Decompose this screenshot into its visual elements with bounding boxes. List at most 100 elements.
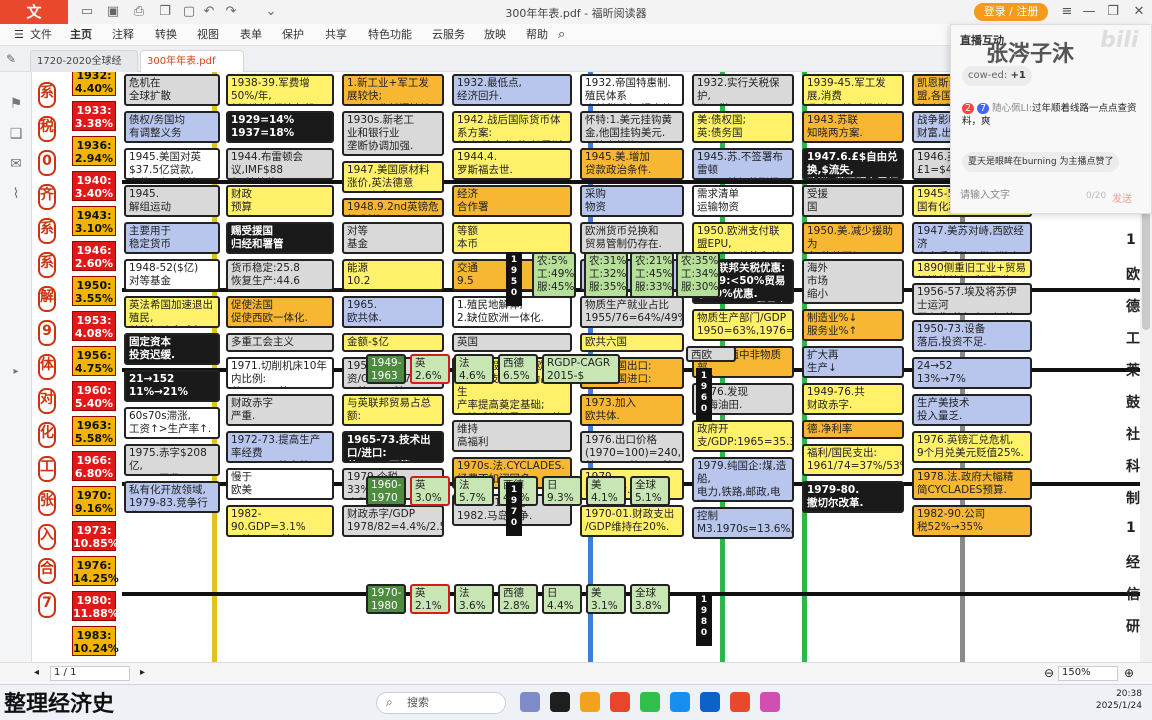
menu-convert[interactable]: 转换 bbox=[155, 24, 177, 46]
menu-form[interactable]: 表单 bbox=[240, 24, 262, 46]
taskbar: 搜索 ⌕ bbox=[0, 684, 1152, 720]
minimize-icon[interactable]: — bbox=[1078, 2, 1100, 22]
timeline-event-box: 对等 基金 bbox=[342, 222, 444, 254]
right-edge-glyph: 制 bbox=[1126, 491, 1140, 507]
pdf-taskbar-icon[interactable] bbox=[730, 692, 750, 712]
year-growth-badge: 1940: 3.40% bbox=[72, 171, 116, 201]
timeline-event-box: 1949-76.共 财政赤字. bbox=[802, 383, 904, 415]
year-growth-badge: 1960: 5.40% bbox=[72, 381, 116, 411]
timeline-event-box: 1932.帝国特惠制.殖民体系 内关税减免,提高外部关税. bbox=[580, 74, 684, 106]
open-icon[interactable]: ▢ bbox=[180, 3, 198, 21]
timeline-event-box: 1982-90.GDP=3.1% 西德2.5%,法2.4%. bbox=[226, 505, 334, 537]
bookmark-icon[interactable]: ⚑ bbox=[6, 94, 26, 114]
app-taskbar-icon[interactable] bbox=[550, 692, 570, 712]
right-edge-glyph: 鼓 bbox=[1126, 395, 1140, 411]
timeline-event-box: 1972-73.提高生产率经费 £3780万,航空航天占2300万. bbox=[226, 431, 334, 463]
folder-icon[interactable]: ▭ bbox=[78, 3, 96, 21]
app-logo[interactable]: 文 bbox=[0, 0, 68, 24]
wechat-taskbar-icon[interactable] bbox=[640, 692, 660, 712]
chat-message: 夏天是眼眸在burning 为主播点赞了 bbox=[962, 152, 1120, 172]
streamer-name: 张涔子沐 bbox=[986, 42, 1075, 67]
tab-document-1[interactable]: 1720-2020全球经济主... bbox=[30, 50, 138, 89]
timeline-event-box: 1929=14% 1937=18% bbox=[226, 111, 334, 143]
side-label: 系 bbox=[38, 252, 56, 278]
growth-rate-box: 英 3.0% bbox=[410, 476, 450, 506]
menu-cloud[interactable]: 云服务 bbox=[432, 24, 465, 46]
timeline-event-box: 私有化开放领域, 1979-83.竞争行业. bbox=[124, 481, 220, 513]
attachment-icon[interactable]: ⌇ bbox=[6, 184, 26, 204]
pencil-icon[interactable]: ✎ bbox=[6, 52, 16, 66]
timeline-event-box: 1944.4. 罗斯福去世. bbox=[452, 148, 572, 180]
pages-icon[interactable]: ❏ bbox=[6, 124, 26, 144]
sector-share-box: 农:21% 工:45% 服:33% bbox=[630, 252, 674, 298]
right-edge-glyph: 研 bbox=[1126, 619, 1140, 635]
search-icon[interactable]: ⌕ bbox=[558, 24, 565, 46]
folder-taskbar-icon[interactable] bbox=[580, 692, 600, 712]
collapse-arrow-icon[interactable]: ▸ bbox=[6, 362, 26, 382]
left-sidebar: ⚑ ❏ ✉ ⌇ ▸ bbox=[0, 72, 32, 662]
comment-icon[interactable]: ✉ bbox=[6, 154, 26, 174]
copy-icon[interactable]: ❐ bbox=[156, 3, 174, 21]
timeline-event-box: 促使法国 促使西欧一体化. bbox=[226, 296, 334, 328]
maximize-icon[interactable]: ❐ bbox=[1102, 2, 1124, 22]
page-number-field[interactable]: 1 / 1 bbox=[50, 666, 130, 681]
menu-file[interactable]: 文件 bbox=[30, 24, 52, 46]
taskbar-search[interactable]: 搜索 bbox=[376, 692, 506, 714]
timeline-event-box: 1947.美国原材料涨价,英法德意 BOP赤字$:20,25亿,13亿,5亿,5… bbox=[342, 161, 444, 193]
timeline-event-box: 1932.实行关税保护, 进口税10%-33%. bbox=[692, 74, 794, 106]
close-icon[interactable]: ✕ bbox=[1128, 2, 1150, 22]
growth-rate-box: 全球 5.1% bbox=[630, 476, 670, 506]
file-menu-icon[interactable]: ☰ bbox=[14, 24, 24, 46]
chevron-down-icon[interactable]: ⌄ bbox=[262, 3, 280, 21]
menu-features[interactable]: 特色功能 bbox=[368, 24, 412, 46]
timeline-event-box: 1975.赤字$208亿, 1976.军费$107亿. bbox=[124, 444, 220, 476]
side-label: 齐 bbox=[38, 184, 56, 210]
app-taskbar-icon[interactable] bbox=[610, 692, 630, 712]
chat-message: 2 7 随心佩LI:过年顺着线路一点点查资料，爽 bbox=[962, 103, 1137, 127]
timeline-event-box: 1978.法.政府大幅精 简CYCLADES预算. bbox=[912, 468, 1032, 500]
timeline-event-box: 1945.美.增加 贷款政治条件. bbox=[580, 148, 684, 180]
redo-icon[interactable]: ↷ bbox=[222, 3, 240, 21]
undo-icon[interactable]: ↶ bbox=[200, 3, 218, 21]
zoom-field[interactable]: 150% bbox=[1058, 666, 1118, 681]
timeline-event-box: 海外 市场 缩小 bbox=[802, 259, 904, 304]
timeline-event-box: 1976.出口价格(1970=100)=240, 美183,西德134,法169… bbox=[580, 431, 684, 463]
app-taskbar-icon[interactable] bbox=[760, 692, 780, 712]
next-page-icon[interactable]: ▸ bbox=[140, 667, 145, 678]
prev-page-icon[interactable]: ◂ bbox=[34, 667, 39, 678]
menu-icon[interactable]: ≡ bbox=[1056, 2, 1078, 22]
timeline-event-box: 欧洲货币兑换和 贸易管制仍存在. bbox=[580, 222, 684, 254]
timeline-event-box: 1970-01.财政支出 /GDP维持在20%. bbox=[580, 505, 684, 537]
send-button[interactable]: 发送 bbox=[1112, 190, 1132, 205]
decade-marker: 1 9 5 0 bbox=[506, 252, 522, 306]
menu-protect[interactable]: 保护 bbox=[282, 24, 304, 46]
zoom-in-icon[interactable]: ⊕ bbox=[1124, 666, 1134, 680]
side-label: 体 bbox=[38, 354, 56, 380]
timeline-event-box: 1947.美苏对峙,西欧经济 安全受威胁>货币独立. bbox=[912, 222, 1032, 254]
timeline-event-box: 60s70s滞涨, 工资↑>生产率↑. bbox=[124, 407, 220, 439]
timeline-event-box: 与英联邦贸易占总额: 1973=14.5%,1960=40%. bbox=[342, 394, 444, 426]
menu-slideshow[interactable]: 放映 bbox=[484, 24, 506, 46]
zoom-out-icon[interactable]: ⊖ bbox=[1044, 666, 1054, 680]
menu-view[interactable]: 视图 bbox=[197, 24, 219, 46]
tab-document-2[interactable]: 300年年表.pdf bbox=[140, 50, 244, 72]
menu-help[interactable]: 帮助 bbox=[526, 24, 548, 46]
timeline-event-box: 1971.切削机床10年内比例: 英42%,西德65%,日59%(73). bbox=[226, 357, 334, 389]
browser-taskbar-icon[interactable] bbox=[670, 692, 690, 712]
timeline-event-box: 1976.英镑汇兑危机, 9个月兑美元贬值25%. bbox=[912, 431, 1032, 463]
app-taskbar-icon[interactable] bbox=[700, 692, 720, 712]
year-growth-badge: 1983: 10.24% bbox=[72, 626, 119, 656]
timeline-event-box: 1945.苏.不签署布雷顿 1946.美与苏联经济脱钩. bbox=[692, 148, 794, 180]
print-icon[interactable]: ⎙ bbox=[130, 3, 148, 21]
right-edge-glyph: 社 bbox=[1126, 427, 1140, 443]
menu-annotate[interactable]: 注释 bbox=[112, 24, 134, 46]
menu-home[interactable]: 主页 bbox=[70, 24, 92, 46]
timeline-event-box: 政府开支/GDP:1965=35.3%, 1970=38.5%,1975=46.… bbox=[692, 420, 794, 452]
save-icon[interactable]: ▣ bbox=[104, 3, 122, 21]
app-taskbar-icon[interactable] bbox=[520, 692, 540, 712]
sector-share-box: 农:5% 工:49% 服:45% bbox=[532, 252, 576, 298]
decade-range-box: 1949- 1963 bbox=[366, 354, 406, 384]
login-button[interactable]: 登录 / 注册 bbox=[974, 3, 1048, 21]
timeline-event-box: 1939-45.军工发展,消费 品减少,战时促进复苏. bbox=[802, 74, 904, 106]
menu-share[interactable]: 共享 bbox=[325, 24, 347, 46]
